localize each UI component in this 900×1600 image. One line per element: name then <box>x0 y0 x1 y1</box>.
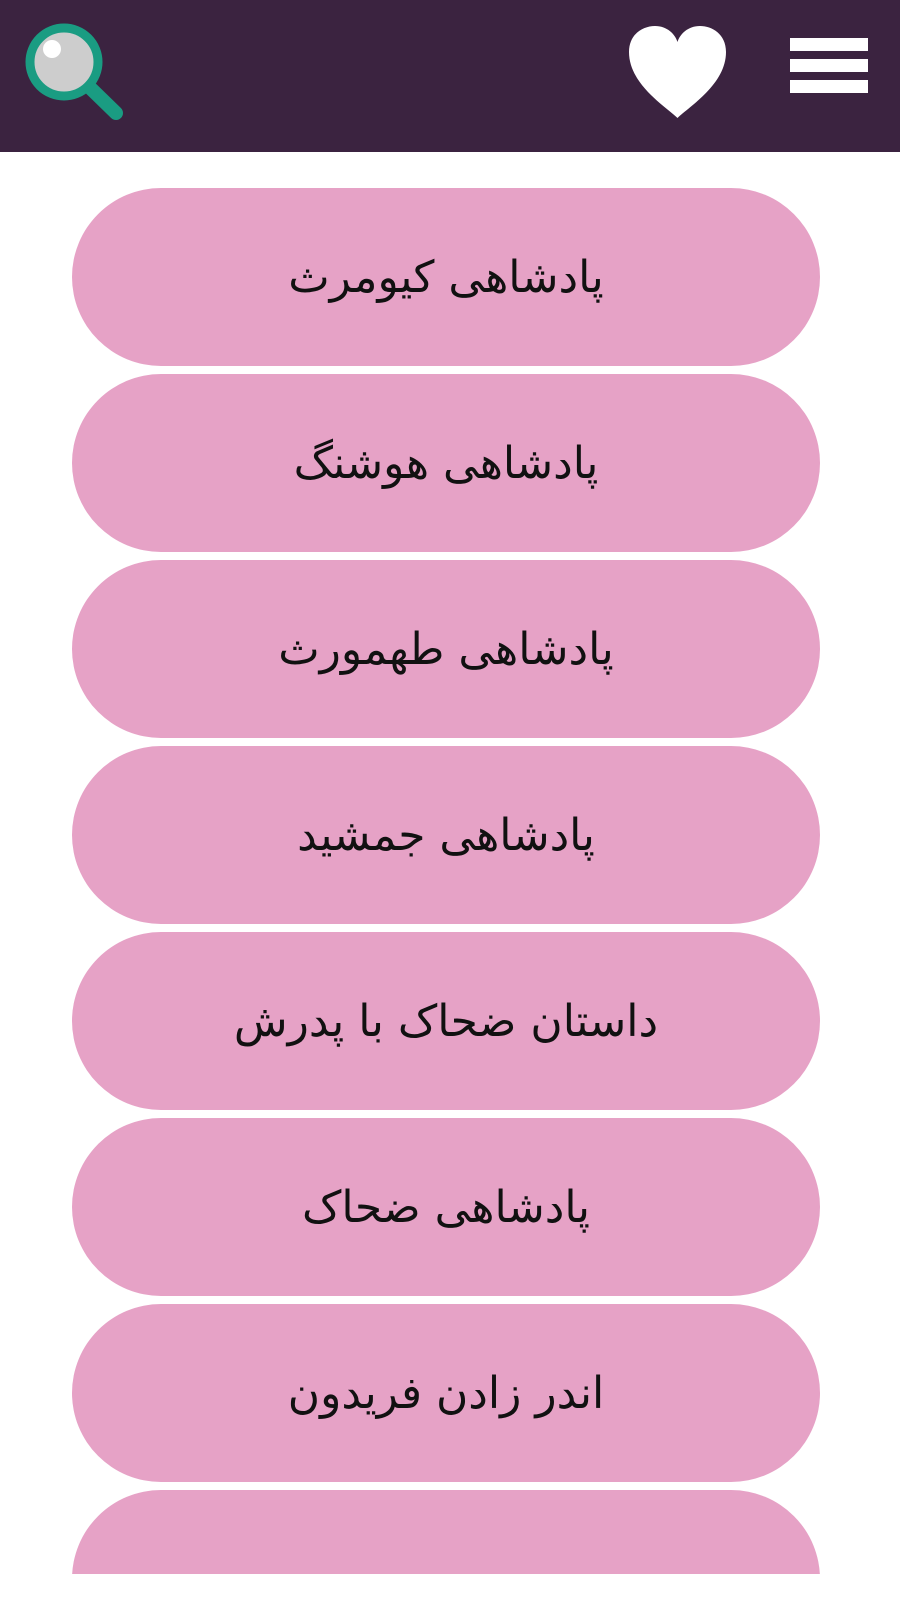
list-item-label: پادشاهی جمشید <box>297 809 595 861</box>
menu-button[interactable] <box>786 30 872 98</box>
list-item-label: پادشاهی کیومرث <box>288 251 604 303</box>
favorites-button[interactable] <box>625 22 730 122</box>
list-item[interactable]: داستان ضحاک با پدرش <box>72 932 820 1110</box>
search-button[interactable] <box>20 18 126 124</box>
list-item[interactable]: پادشاهی کیومرث <box>72 188 820 366</box>
list-item-label: داستان ضحاک با پدرش <box>233 995 659 1047</box>
list-item[interactable] <box>72 1490 820 1574</box>
list-item-label: پادشاهی طهمورث <box>278 623 614 675</box>
hamburger-menu-icon <box>790 38 868 93</box>
list-item[interactable]: اندر زادن فریدون <box>72 1304 820 1482</box>
chapter-list: پادشاهی کیومرث پادشاهی هوشنگ پادشاهی طهم… <box>72 188 820 1574</box>
search-icon <box>25 23 123 120</box>
list-item[interactable]: پادشاهی جمشید <box>72 746 820 924</box>
list-item-label: پادشاهی هوشنگ <box>293 437 599 489</box>
heart-icon <box>629 26 726 118</box>
list-item[interactable]: پادشاهی طهمورث <box>72 560 820 738</box>
list-item-label: اندر زادن فریدون <box>287 1367 605 1419</box>
list-item[interactable]: پادشاهی ضحاک <box>72 1118 820 1296</box>
list-item[interactable]: پادشاهی هوشنگ <box>72 374 820 552</box>
list-item-label: پادشاهی ضحاک <box>302 1181 590 1233</box>
app-header <box>0 0 900 152</box>
